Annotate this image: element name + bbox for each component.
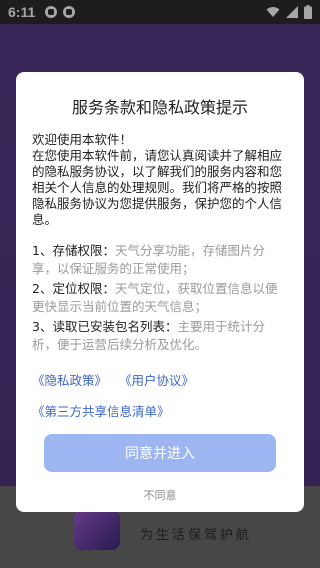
permission-label: 1、存储权限： (32, 243, 115, 258)
disagree-button[interactable]: 不同意 (16, 487, 304, 503)
dialog-intro-text: 欢迎使用本软件！ 在您使用本软件前，请您认真阅读并了解相应的隐私服务协议，以了解… (32, 132, 283, 227)
user-agreement-link[interactable]: 《用户协议》 (119, 373, 194, 388)
privacy-policy-link[interactable]: 《隐私政策》 (32, 373, 107, 388)
dialog-title: 服务条款和隐私政策提示 (71, 98, 248, 117)
agree-button[interactable]: 同意并进入 (44, 434, 276, 472)
permission-item: 2、定位权限：天气定位，获取位置信息以便更快显示当前位置的天气信息； (32, 280, 288, 316)
permission-list: 1、存储权限：天气分享功能，存储图片分享，以保证服务的正常使用； 2、定位权限：… (32, 242, 288, 354)
privacy-dialog: 服务条款和隐私政策提示 欢迎使用本软件！ 在您使用本软件前，请您认真阅读并了解相… (16, 72, 304, 512)
permission-label: 2、定位权限： (32, 281, 115, 296)
permission-label: 3、读取已安装包名列表： (32, 319, 178, 334)
permission-item: 3、读取已安装包名列表：主要用于统计分析，便于运营后续分析及优化。 (32, 318, 288, 354)
permission-item: 1、存储权限：天气分享功能，存储图片分享，以保证服务的正常使用； (32, 242, 288, 278)
third-party-list-link[interactable]: 《第三方共享信息清单》 (32, 404, 170, 419)
policy-links: 《隐私政策》 《用户协议》 《第三方共享信息清单》 (32, 370, 288, 420)
